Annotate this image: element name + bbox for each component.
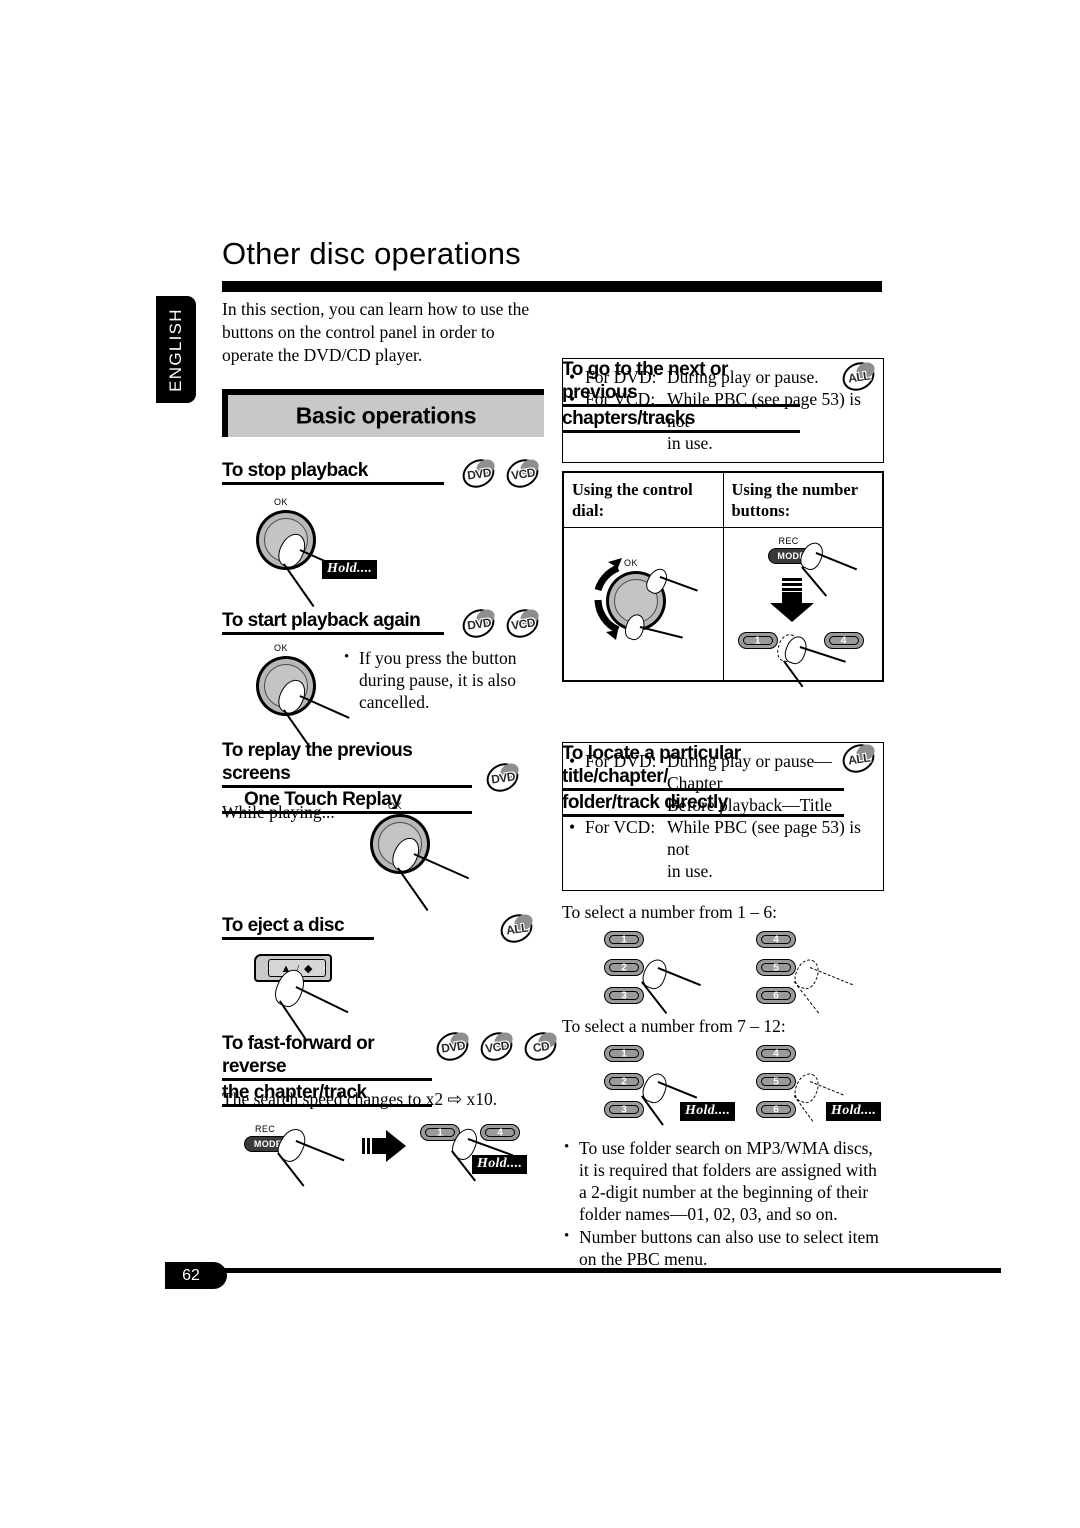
hold-badge-stop: Hold.... — [322, 559, 378, 579]
finger-icon-dashed — [791, 1069, 823, 1107]
number-button-4: 4 — [756, 1045, 796, 1062]
vcd-badge-icon: VCD — [501, 453, 544, 494]
keypad-group-1-6: 1 2 3 4 5 6 — [562, 929, 884, 1015]
number-button-1: 1 — [737, 632, 778, 649]
note-continuation: in use. — [667, 433, 713, 453]
number-button-1: 1 — [604, 931, 644, 948]
start-playback-note: If you press the button during pause, it… — [342, 646, 542, 714]
number-button-6: 6 — [756, 987, 796, 1004]
note-continuation: in use. — [667, 861, 713, 881]
list-item: To use folder search on MP3/WMA discs, i… — [562, 1136, 884, 1225]
section-eject-disc: To eject a disc ALL ▲ / ◆ — [222, 908, 544, 1042]
number-button-5: 5 — [756, 1073, 796, 1090]
badge-row-replay: DVD — [481, 757, 524, 798]
number-button-2: 2 — [604, 1073, 644, 1090]
keypad-group-7-12: 1 2 3 Hold.... 4 5 6 Hold.... — [562, 1043, 884, 1133]
number-button-4: 4 — [480, 1124, 520, 1141]
arrow-right-icon — [362, 1128, 410, 1164]
control-dial-graphic-replay: OK — [364, 801, 470, 911]
number-button-5: 5 — [756, 959, 796, 976]
badge-row-next-prev: ALL — [837, 356, 880, 397]
table-header-number-buttons: Using the number buttons: — [722, 471, 884, 528]
section-one-touch-replay: To replay the previous screens One Touch… — [222, 739, 544, 914]
badge-row-locate: ALL — [837, 738, 880, 779]
all-badge-icon: ALL — [837, 738, 880, 779]
table-cell-control-dial: OK — [562, 527, 724, 682]
intro-paragraph: In this section, you can learn how to us… — [222, 299, 530, 365]
control-dial-graphic-start: OK — [250, 643, 350, 748]
page-number-tab: 62 — [165, 1262, 227, 1289]
finger-icon-dashed — [791, 955, 823, 993]
dvd-badge-icon: DVD — [481, 757, 524, 798]
right-column: To go to the next or previous chapters/t… — [562, 296, 884, 1271]
number-button-2: 2 — [604, 959, 644, 976]
replay-body-text: While playing... — [222, 802, 335, 822]
dvd-badge-icon: DVD — [457, 453, 500, 494]
rec-label: REC — [778, 536, 799, 546]
cd-badge-icon: CD — [519, 1026, 562, 1067]
section-locate-title: To locate a particular title/chapter/ fo… — [562, 738, 884, 1270]
left-column: In this section, you can learn how to us… — [222, 298, 562, 1187]
badge-row-start: DVD VCD — [457, 603, 544, 644]
section-band: Basic operations — [222, 389, 544, 437]
section-start-playback: To start playback again DVD VCD OK • If … — [222, 603, 544, 748]
dial-ok-label: OK — [388, 801, 403, 811]
fast-forward-body: The search speed changes to x2 ⇨ x10. — [222, 1089, 498, 1109]
number-button-3: 3 — [604, 987, 644, 1004]
section-fast-forward: To fast-forward or reverse the chapter/t… — [222, 1026, 562, 1187]
locate-title-bullets: To use folder search on MP3/WMA discs, i… — [562, 1136, 884, 1270]
stop-playback-heading: To stop playback — [222, 459, 444, 485]
section-band-label: Basic operations — [295, 402, 477, 429]
locate-title-heading: To locate a particular title/chapter/ fo… — [562, 742, 844, 817]
number-button-1: 1 — [604, 1045, 644, 1062]
section-stop-playback: To stop playback DVD VCD OK Hold.... — [222, 453, 544, 609]
select-1-6-label: To select a number from 1 – 6: — [562, 902, 778, 922]
table-header-control-dial: Using the control dial: — [562, 471, 724, 528]
title-rule — [222, 281, 882, 292]
list-item: Number buttons can also use to select it… — [562, 1225, 884, 1270]
usage-table: Using the control dial: Using the number… — [562, 471, 884, 688]
number-button-3: 3 — [604, 1101, 644, 1118]
section-next-previous: To go to the next or previous chapters/t… — [562, 356, 884, 688]
eject-disc-heading: To eject a disc — [222, 914, 374, 940]
table-header-row: Using the control dial: Using the number… — [562, 471, 884, 528]
vcd-badge-icon: VCD — [475, 1026, 518, 1067]
footer-rule — [165, 1268, 1001, 1273]
list-item: If you press the button during pause, it… — [342, 646, 542, 713]
arrow-down-icon — [769, 578, 814, 622]
rotation-arrows-icon — [594, 558, 622, 640]
hold-badge-left: Hold.... — [680, 1101, 736, 1121]
dvd-badge-icon: DVD — [431, 1026, 474, 1067]
hold-badge-right: Hold.... — [826, 1101, 882, 1121]
number-button-6: 6 — [756, 1101, 796, 1118]
manual-page: Other disc operations ENGLISH In this se… — [0, 0, 1080, 1528]
dvd-badge-icon: DVD — [457, 603, 500, 644]
next-previous-heading: To go to the next or previous chapters/t… — [562, 358, 800, 433]
all-badge-icon: ALL — [837, 356, 880, 397]
rec-label: REC — [255, 1124, 276, 1134]
number-button-4: 4 — [756, 931, 796, 948]
table-cell-number-buttons: REC MODE 1 4 — [722, 527, 884, 688]
page-title: Other disc operations — [222, 236, 521, 271]
dial-ok-label: OK — [274, 643, 289, 653]
note-row: • For VCD: While PBC (see page 53) is no… — [569, 817, 861, 859]
hold-badge-ff: Hold.... — [472, 1154, 528, 1174]
select-7-12-label: To select a number from 7 – 12: — [562, 1016, 786, 1036]
badge-row-eject: ALL — [495, 908, 538, 949]
badge-row-stop: DVD VCD — [457, 453, 544, 494]
language-tab-label: ENGLISH — [166, 307, 185, 392]
vcd-badge-icon: VCD — [501, 603, 544, 644]
language-tab: ENGLISH — [156, 296, 196, 403]
start-playback-heading: To start playback again — [222, 609, 444, 635]
all-badge-icon: ALL — [495, 908, 538, 949]
number-button-4: 4 — [823, 632, 864, 649]
dial-ok-label: OK — [274, 497, 289, 507]
badge-row-ff: DVD VCD CD — [431, 1026, 562, 1067]
table-row: OK REC MODE 1 4 — [562, 527, 884, 688]
page-number: 62 — [182, 1266, 200, 1284]
